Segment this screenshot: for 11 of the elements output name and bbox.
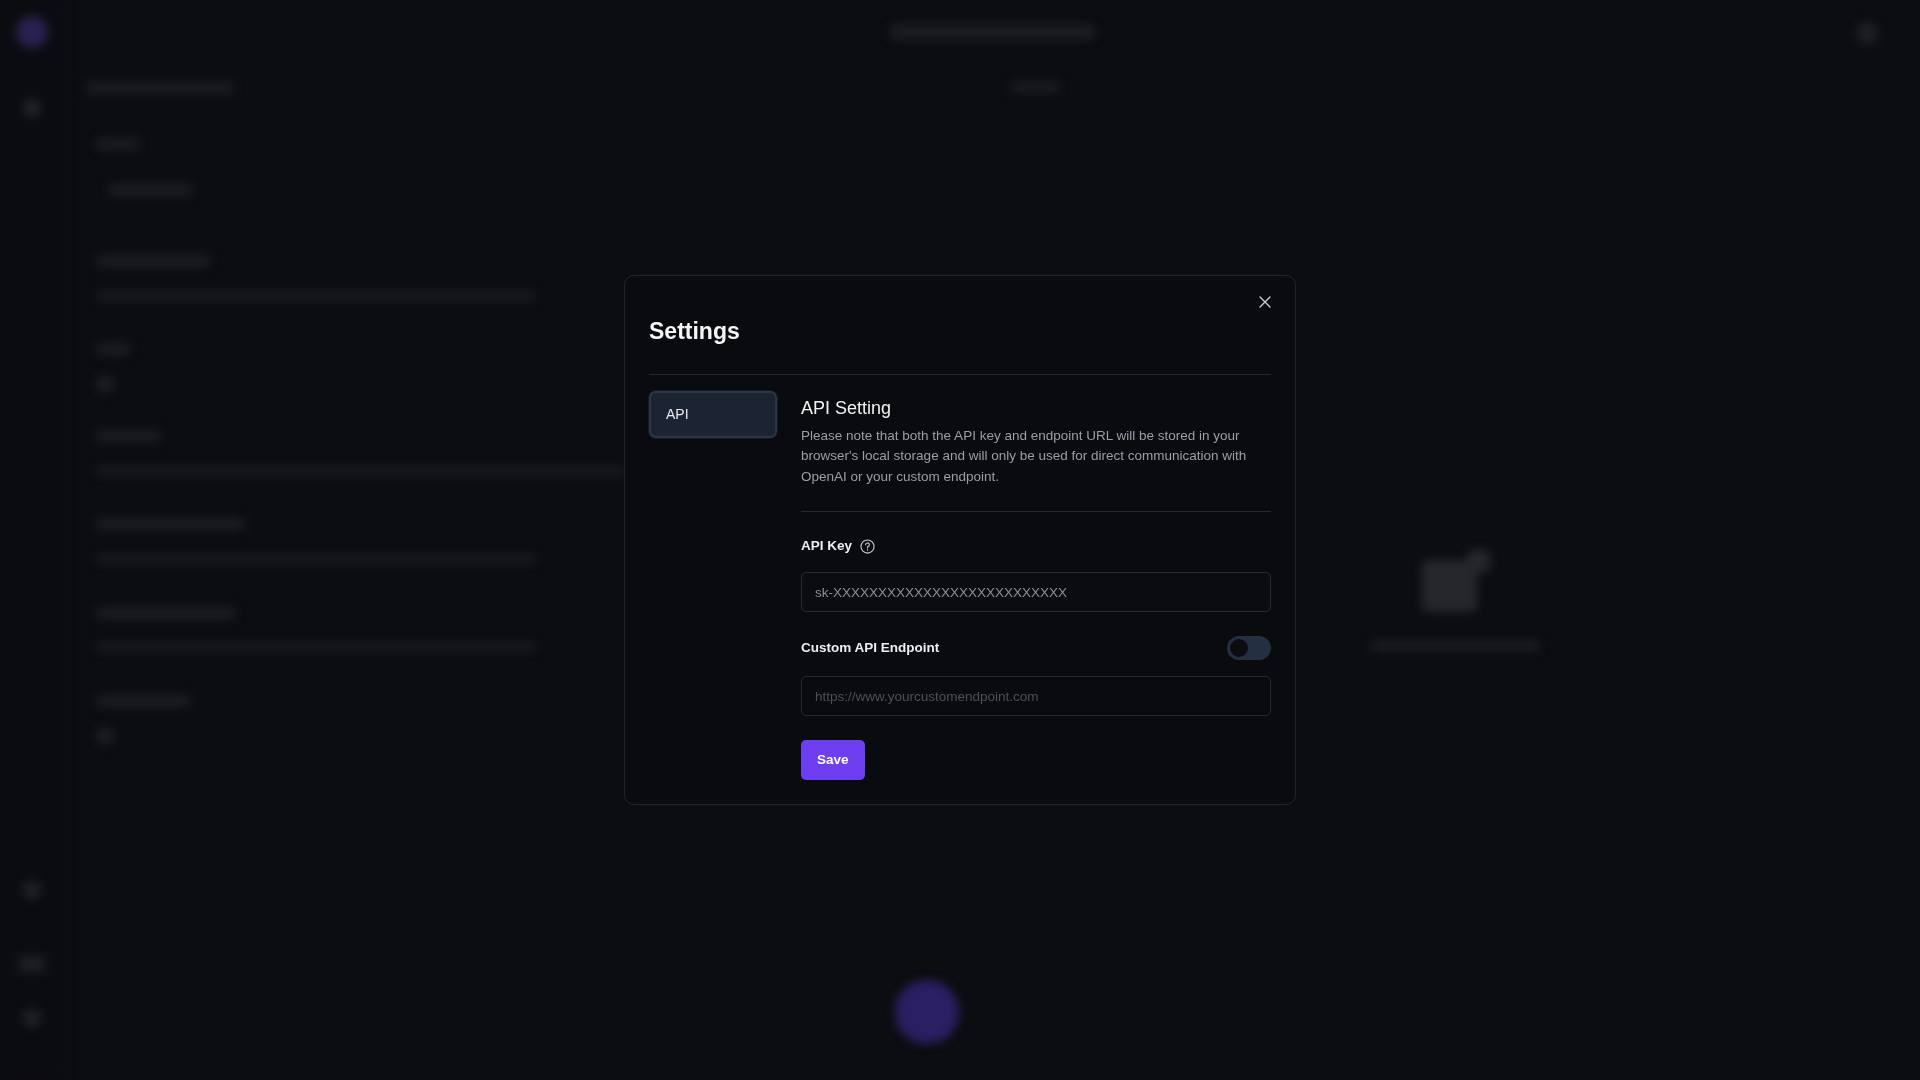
section-title: API Setting xyxy=(801,397,893,421)
field-label: Custom API Endpoint xyxy=(801,639,940,657)
settings-tab[interactable]: API xyxy=(649,391,777,439)
close-icon xyxy=(1259,295,1271,308)
api-key-field[interactable]: sk-XXXXXXXXXXXXXXXXXXXXXXXXXX xyxy=(801,572,1271,613)
toggle-switch[interactable] xyxy=(1227,636,1271,661)
save-button[interactable]: Save xyxy=(801,740,865,781)
section-description: Please note that both the API key and endpoint URL will be stored in your browser's local storage and will only be used for direct communication with OpenAI or your custom endpoint. xyxy=(801,427,1248,486)
dialog-title: Settings xyxy=(649,316,741,346)
help-icon[interactable] xyxy=(860,538,876,554)
field-label: API Key xyxy=(801,536,853,555)
